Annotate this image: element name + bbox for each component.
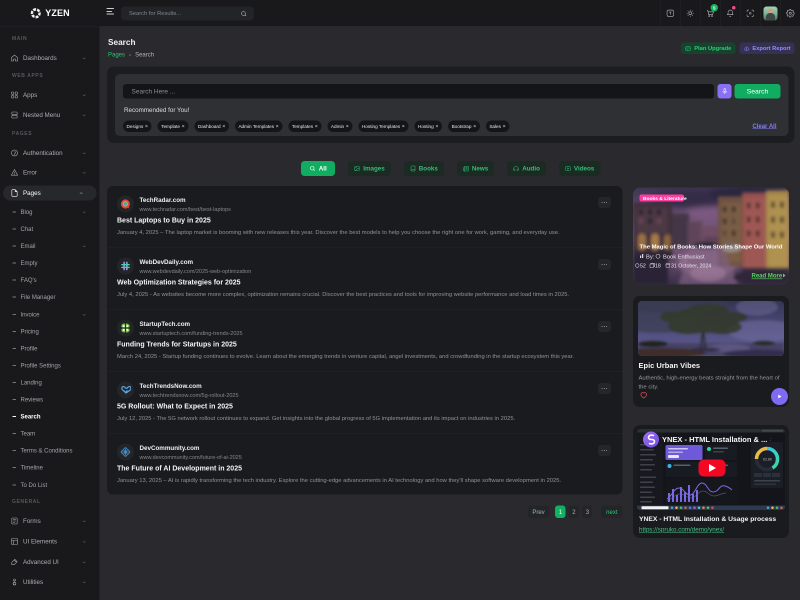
svg-text:Read More: Read More (752, 274, 783, 280)
svg-text:The Magic of Books: How Storie: The Magic of Books: How Stories Shape Ou… (640, 245, 783, 251)
svg-text:52: 52 (640, 264, 646, 270)
svg-text:Books & Literature: Books & Literature (643, 196, 687, 202)
svg-text:18: 18 (655, 264, 661, 270)
svg-text:By:: By: (646, 255, 655, 261)
svg-text:62,8K: 62,8K (763, 458, 773, 462)
svg-text:Book Enthusiast: Book Enthusiast (663, 255, 705, 261)
svg-text:31 October, 2024: 31 October, 2024 (671, 264, 711, 270)
